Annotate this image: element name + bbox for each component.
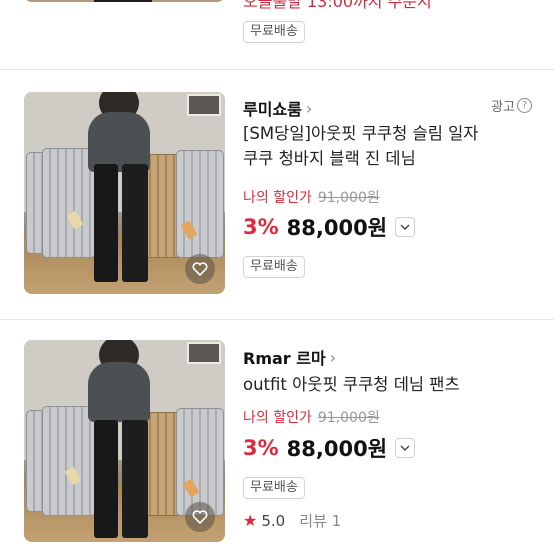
chevron-down-icon (400, 224, 410, 230)
thumbnail-detail (94, 0, 124, 2)
discount-row: 나의 할인가 91,000원 (243, 187, 380, 207)
image-person-body (88, 362, 150, 422)
product-card[interactable]: 루미쇼룸 › 광고 ? [SM당일]아웃핏 쿠쿠청 슬림 일자 쿠쿠 청바지 블… (0, 70, 554, 320)
ad-label: 광고 (491, 100, 515, 115)
free-shipping-badge: 무료배송 (243, 477, 305, 499)
seller-name: 루미쇼룸 (243, 100, 302, 119)
delivery-note: 오늘출발 13:00까지 주문시 (243, 0, 432, 11)
wishlist-button[interactable] (185, 502, 215, 532)
heart-icon (192, 262, 208, 276)
seller-link[interactable]: Rmar 르마 › (243, 345, 336, 369)
product-card[interactable]: Rmar 르마 › outfit 아웃핏 쿠쿠청 데님 팬츠 나의 할인가 91… (0, 320, 554, 554)
info-icon: ? (517, 98, 532, 113)
chevron-right-icon: › (305, 98, 313, 118)
discount-label: 나의 할인가 (243, 190, 312, 206)
image-jeans (122, 164, 148, 282)
product-title[interactable]: outfit 아웃핏 쿠쿠청 데님 팬츠 (243, 372, 533, 397)
chevron-down-icon (400, 445, 410, 451)
product-image[interactable] (24, 92, 225, 294)
image-jeans (122, 420, 148, 538)
image-suitcase (176, 150, 224, 258)
free-shipping-badge: 무료배송 (243, 21, 305, 43)
price-row: 3% 88,000원 (243, 433, 416, 463)
heart-icon (192, 510, 208, 524)
original-price: 91,000원 (317, 190, 380, 206)
image-suitcase (42, 406, 96, 516)
previous-card-fragment[interactable]: 오늘출발 13:00까지 주문시 무료배송 (0, 0, 554, 70)
previous-product-thumbnail[interactable] (24, 0, 225, 2)
image-art (187, 342, 221, 364)
original-price: 91,000원 (317, 410, 380, 426)
rating-row: ★ 5.0 리뷰 1 (243, 510, 341, 531)
discount-percent: 3% (243, 436, 279, 460)
image-art (187, 94, 221, 116)
star-icon: ★ (243, 511, 258, 530)
image-jeans (94, 164, 118, 282)
ad-info[interactable]: 광고 ? (491, 96, 532, 115)
image-person-body (88, 112, 150, 172)
wishlist-button[interactable] (185, 254, 215, 284)
discount-percent: 3% (243, 215, 279, 239)
product-title-line: [SM당일]아웃핏 쿠쿠청 슬림 일자 (243, 124, 479, 143)
price-row: 3% 88,000원 (243, 212, 416, 242)
product-image[interactable] (24, 340, 225, 542)
chevron-right-icon: › (329, 347, 337, 367)
image-jeans (94, 420, 118, 538)
free-shipping-badge: 무료배송 (243, 256, 305, 278)
discount-row: 나의 할인가 91,000원 (243, 407, 380, 427)
product-title[interactable]: [SM당일]아웃핏 쿠쿠청 슬림 일자 쿠쿠 청바지 블랙 진 데님 (243, 121, 533, 171)
price: 88,000원 (286, 437, 388, 461)
thumbnail-detail (122, 0, 152, 2)
rating-value: 5.0 (261, 511, 286, 530)
seller-name: Rmar 르마 (243, 349, 326, 368)
review-count: 리뷰 1 (299, 512, 342, 530)
product-title-line: 쿠쿠 청바지 블랙 진 데님 (243, 149, 416, 168)
price-detail-toggle[interactable] (395, 217, 416, 237)
price: 88,000원 (286, 216, 388, 240)
discount-label: 나의 할인가 (243, 410, 312, 426)
seller-link[interactable]: 루미쇼룸 › (243, 96, 312, 120)
product-title-line: outfit 아웃핏 쿠쿠청 데님 팬츠 (243, 375, 460, 394)
image-suitcase (176, 408, 224, 516)
price-detail-toggle[interactable] (395, 438, 416, 458)
